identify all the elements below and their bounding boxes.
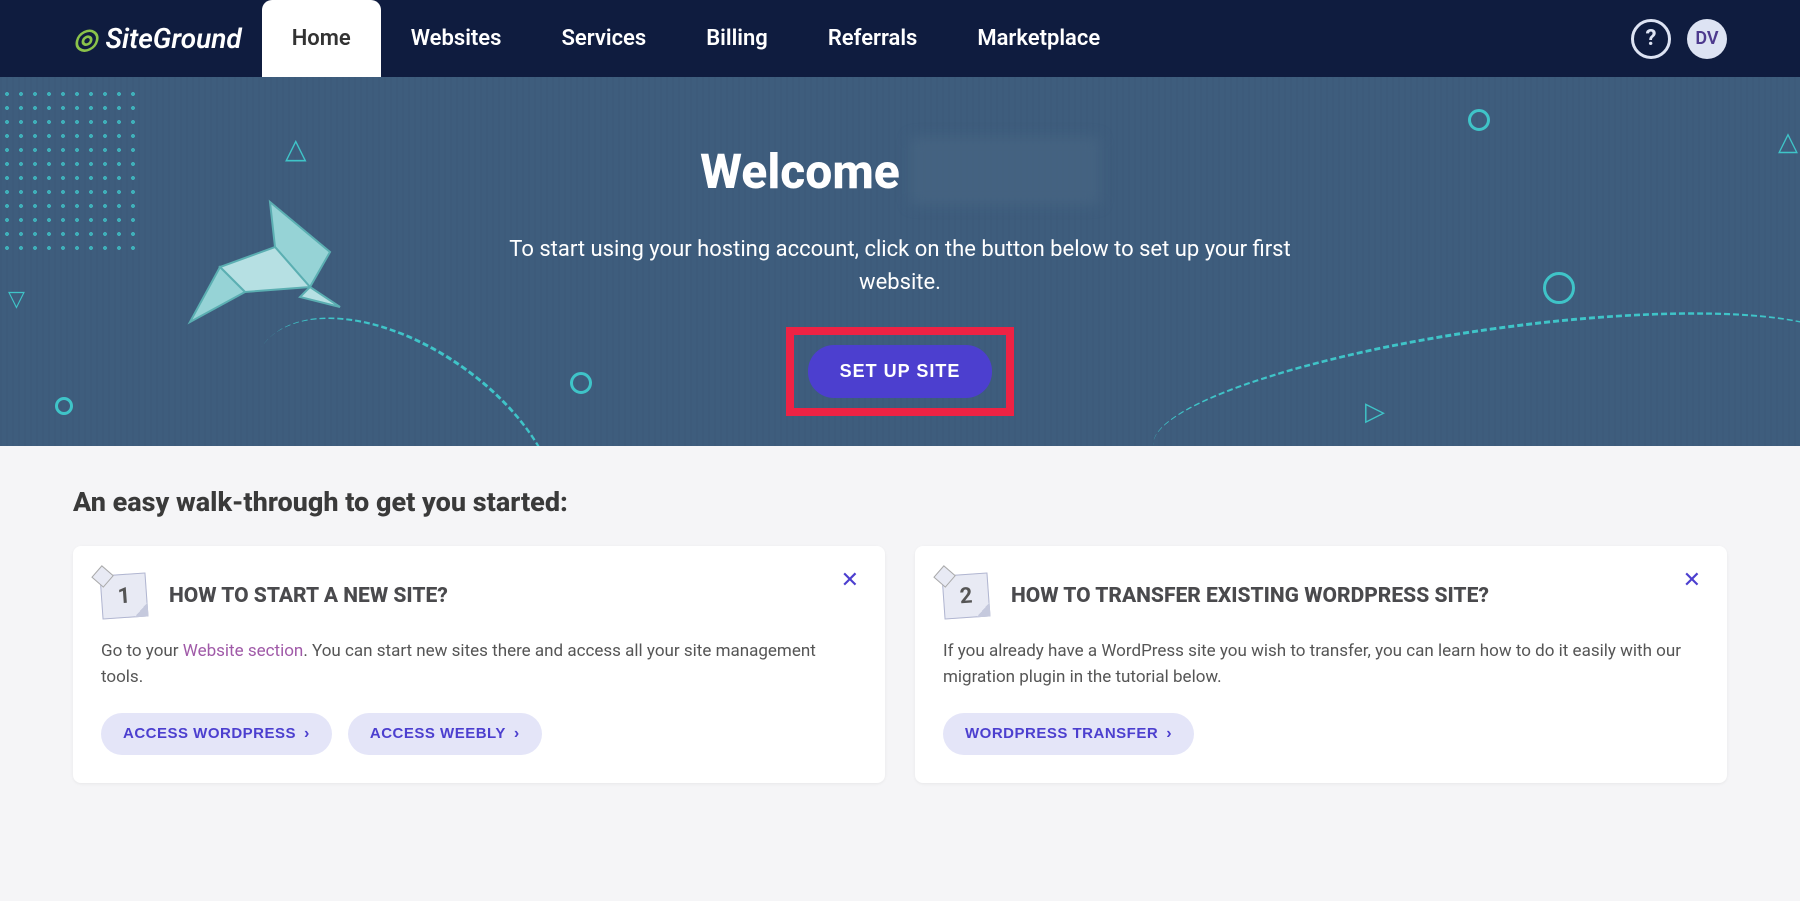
triangle-decoration-icon: △ [1778, 127, 1798, 157]
step-badge-icon: 1 [100, 572, 149, 619]
card-start-new-site: ✕ 1 HOW TO START A NEW SITE? Go to your … [73, 546, 885, 783]
access-weebly-button[interactable]: ACCESS WEEBLY › [348, 713, 542, 755]
nav-home[interactable]: Home [262, 0, 381, 77]
body-text: Go to your [101, 641, 183, 661]
help-icon[interactable]: ? [1631, 19, 1671, 59]
close-icon[interactable]: ✕ [841, 568, 859, 593]
nav-websites[interactable]: Websites [381, 0, 532, 77]
triangle-decoration-icon: △ [285, 132, 307, 165]
welcome-text: Welcome [700, 143, 900, 200]
card-actions: WORDPRESS TRANSFER › [943, 713, 1699, 755]
card-header: 2 HOW TO TRANSFER EXISTING WORDPRESS SIT… [943, 574, 1699, 618]
step-badge-icon: 2 [942, 572, 991, 619]
card-transfer-wordpress: ✕ 2 HOW TO TRANSFER EXISTING WORDPRESS S… [915, 546, 1727, 783]
triangle-decoration-icon: ▽ [8, 287, 25, 312]
topbar-right: ? DV [1631, 19, 1727, 59]
nav-services[interactable]: Services [531, 0, 676, 77]
card-header: 1 HOW TO START A NEW SITE? [101, 574, 857, 618]
website-section-link[interactable]: Website section [183, 641, 304, 661]
card-body: Go to your Website section. You can star… [101, 638, 857, 691]
chevron-right-icon: › [1166, 725, 1172, 743]
close-icon[interactable]: ✕ [1683, 568, 1701, 593]
logo[interactable]: ◎ SiteGround [73, 22, 242, 55]
cta-highlight-box: SET UP SITE [786, 327, 1015, 416]
card-title: HOW TO TRANSFER EXISTING WORDPRESS SITE? [1011, 584, 1489, 608]
nav-referrals[interactable]: Referrals [798, 0, 948, 77]
circle-decoration-icon [570, 372, 592, 394]
card-actions: ACCESS WORDPRESS › ACCESS WEEBLY › [101, 713, 857, 755]
chevron-right-icon: › [304, 725, 310, 743]
circle-decoration-icon [1468, 109, 1490, 131]
set-up-site-button[interactable]: SET UP SITE [808, 345, 993, 398]
card-title: HOW TO START A NEW SITE? [169, 584, 448, 608]
dot-grid-decoration [0, 87, 140, 257]
nav-marketplace[interactable]: Marketplace [947, 0, 1130, 77]
logo-swirl-icon: ◎ [73, 22, 97, 55]
button-label: ACCESS WEEBLY [370, 725, 506, 742]
avatar[interactable]: DV [1687, 19, 1727, 59]
content: An easy walk-through to get you started:… [0, 446, 1800, 823]
wordpress-transfer-button[interactable]: WORDPRESS TRANSFER › [943, 713, 1194, 755]
circle-decoration-icon [55, 397, 73, 415]
nav-billing[interactable]: Billing [676, 0, 798, 77]
cards-row: ✕ 1 HOW TO START A NEW SITE? Go to your … [73, 546, 1727, 783]
topbar: ◎ SiteGround Home Websites Services Bill… [0, 0, 1800, 77]
circle-decoration-icon [1543, 272, 1575, 304]
welcome-heading: Welcome [700, 137, 1100, 205]
walkthrough-title: An easy walk-through to get you started: [73, 486, 1727, 518]
button-label: WORDPRESS TRANSFER [965, 725, 1158, 742]
redacted-username [910, 137, 1100, 205]
hero: △ ▽ △ ▷ Welcome To start using your host… [0, 77, 1800, 446]
card-body: If you already have a WordPress site you… [943, 638, 1699, 691]
chevron-right-icon: › [514, 725, 520, 743]
dashed-line-decoration [1144, 279, 1800, 446]
access-wordpress-button[interactable]: ACCESS WORDPRESS › [101, 713, 332, 755]
main-nav: Home Websites Services Billing Referrals… [262, 0, 1130, 77]
hero-subtitle: To start using your hosting account, cli… [500, 233, 1300, 299]
button-label: ACCESS WORDPRESS [123, 725, 296, 742]
brand-text: SiteGround [105, 22, 241, 55]
